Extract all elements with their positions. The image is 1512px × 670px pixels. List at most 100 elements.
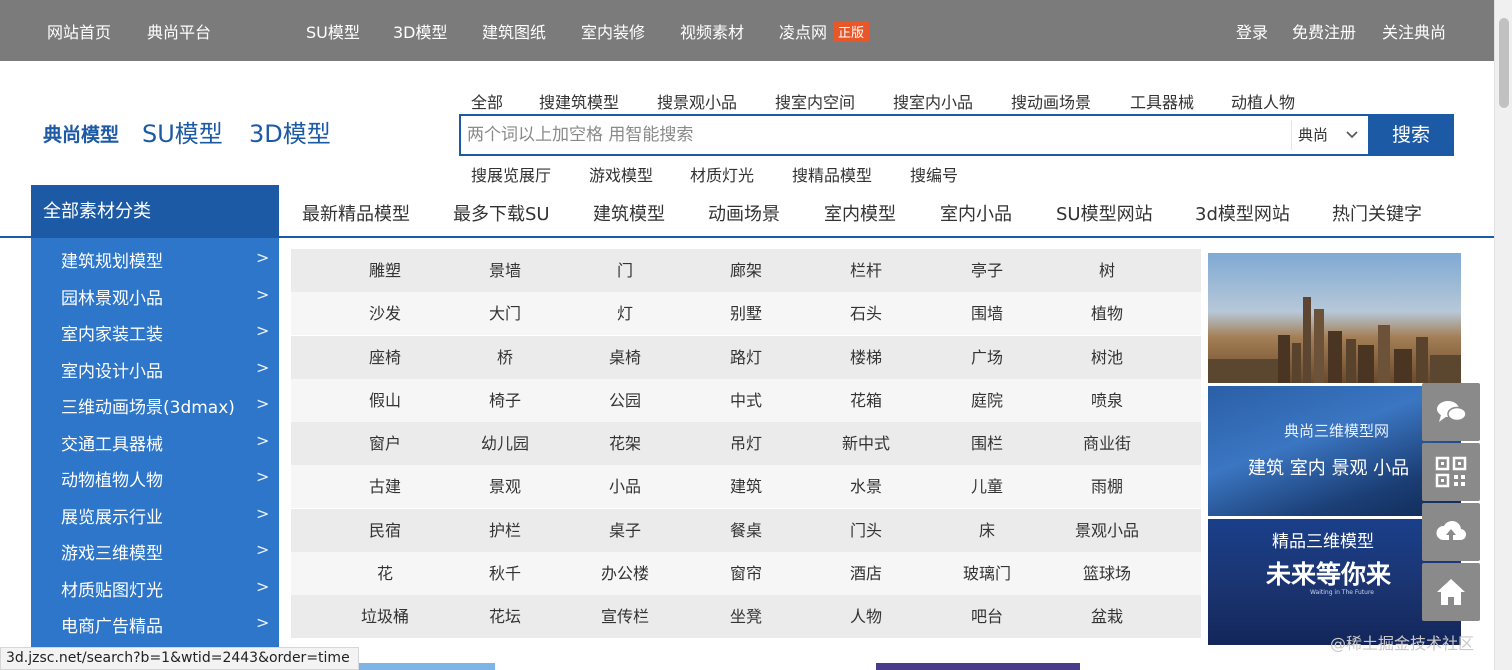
sidebar-item-animals-plants-people[interactable]: 动物植物人物: [61, 466, 163, 491]
nav-link-3d-sites[interactable]: 3d模型网站: [1195, 200, 1290, 226]
topbar-link-video[interactable]: 视频素材: [680, 19, 744, 43]
topbar-link-su-model[interactable]: SU模型: [306, 19, 360, 43]
keyword-link[interactable]: 床: [927, 509, 1047, 552]
sidebar-item-vehicles-tools[interactable]: 交通工具器械: [61, 430, 163, 455]
keyword-link[interactable]: 盆栽: [1047, 595, 1167, 638]
keyword-link[interactable]: 树池: [1047, 336, 1167, 379]
keyword-link[interactable]: 别墅: [686, 292, 806, 335]
keyword-link[interactable]: 办公楼: [565, 552, 685, 595]
nav-link-su-sites[interactable]: SU模型网站: [1056, 200, 1153, 226]
all-categories-button[interactable]: 全部素材分类: [31, 185, 279, 238]
nav-link-architecture[interactable]: 建筑模型: [593, 200, 665, 226]
search-tab-animation[interactable]: 搜动画场景: [1011, 89, 1091, 113]
keyword-link[interactable]: 围栏: [927, 422, 1047, 465]
keyword-link[interactable]: 吧台: [927, 595, 1047, 638]
qrcode-button[interactable]: [1422, 443, 1480, 501]
register-link[interactable]: 免费注册: [1292, 19, 1356, 43]
keyword-link[interactable]: 景观: [445, 465, 565, 508]
keyword-link[interactable]: 座椅: [325, 336, 445, 379]
search-tab-exhibition[interactable]: 搜展览展厅: [471, 162, 551, 186]
keyword-link[interactable]: 花箱: [806, 379, 926, 422]
keyword-link[interactable]: 假山: [325, 379, 445, 422]
topbar-link-platform[interactable]: 典尚平台: [147, 19, 211, 43]
keyword-link[interactable]: 窗帘: [686, 552, 806, 595]
keyword-link[interactable]: 儿童: [927, 465, 1047, 508]
keyword-link[interactable]: 栏杆: [806, 249, 926, 292]
keyword-link[interactable]: 路灯: [686, 336, 806, 379]
sidebar-item-ecommerce[interactable]: 电商广告精品: [61, 612, 163, 637]
sidebar-item-home-interior[interactable]: 室内家装工装: [61, 320, 163, 345]
keyword-link[interactable]: 公园: [565, 379, 685, 422]
sidebar-item-materials-lighting[interactable]: 材质贴图灯光: [61, 576, 163, 601]
keyword-link[interactable]: 坐凳: [686, 595, 806, 638]
nav-link-interior-model[interactable]: 室内模型: [824, 200, 896, 226]
scrollbar-thumb[interactable]: [1499, 18, 1509, 108]
search-tab-material[interactable]: 材质灯光: [690, 162, 754, 186]
keyword-link[interactable]: 篮球场: [1047, 552, 1167, 595]
keyword-link[interactable]: 水景: [806, 465, 926, 508]
keyword-link[interactable]: 民宿: [325, 509, 445, 552]
sidebar-item-interior-design[interactable]: 室内设计小品: [61, 357, 163, 382]
sidebar-item-landscape[interactable]: 园林景观小品: [61, 284, 163, 309]
keyword-link[interactable]: 幼儿园: [445, 422, 565, 465]
keyword-link[interactable]: 花坛: [445, 595, 565, 638]
sidebar-item-3d-animation[interactable]: 三维动画场景(3dmax): [61, 393, 235, 418]
vertical-scrollbar[interactable]: [1494, 0, 1512, 670]
search-button[interactable]: 搜索: [1368, 114, 1454, 156]
keyword-link[interactable]: 护栏: [445, 509, 565, 552]
nav-link-animation[interactable]: 动画场景: [708, 200, 780, 226]
keyword-link[interactable]: 酒店: [806, 552, 926, 595]
topbar-link-architecture-drawings[interactable]: 建筑图纸: [482, 19, 546, 43]
keyword-link[interactable]: 垃圾桶: [325, 595, 445, 638]
keyword-link[interactable]: 廊架: [686, 249, 806, 292]
nav-link-latest[interactable]: 最新精品模型: [302, 200, 410, 226]
search-tab-all[interactable]: 全部: [471, 89, 503, 113]
keyword-link[interactable]: 石头: [806, 292, 926, 335]
keyword-link[interactable]: 商业街: [1047, 422, 1167, 465]
brand-su-model[interactable]: SU模型: [142, 114, 223, 149]
nav-link-interior-items[interactable]: 室内小品: [940, 200, 1012, 226]
keyword-link[interactable]: 庭院: [927, 379, 1047, 422]
nav-link-most-downloaded[interactable]: 最多下载SU: [453, 200, 550, 226]
keyword-link[interactable]: 窗户: [325, 422, 445, 465]
keyword-link[interactable]: 建筑: [686, 465, 806, 508]
follow-link[interactable]: 关注典尚: [1382, 19, 1446, 43]
keyword-link[interactable]: 围墙: [927, 292, 1047, 335]
keyword-link[interactable]: 雨棚: [1047, 465, 1167, 508]
keyword-link[interactable]: 喷泉: [1047, 379, 1167, 422]
keyword-link[interactable]: 秋千: [445, 552, 565, 595]
keyword-link[interactable]: 大门: [445, 292, 565, 335]
keyword-link[interactable]: 树: [1047, 249, 1167, 292]
search-input[interactable]: [461, 116, 1287, 154]
keyword-link[interactable]: 小品: [565, 465, 685, 508]
keyword-link[interactable]: 亭子: [927, 249, 1047, 292]
search-tab-landscape[interactable]: 搜景观小品: [657, 89, 737, 113]
keyword-link[interactable]: 花: [325, 552, 445, 595]
search-tab-interior-items[interactable]: 搜室内小品: [893, 89, 973, 113]
keyword-link[interactable]: 广场: [927, 336, 1047, 379]
search-tab-interior-space[interactable]: 搜室内空间: [775, 89, 855, 113]
keyword-link[interactable]: 门头: [806, 509, 926, 552]
brand-logo-text[interactable]: 典尚模型: [43, 120, 119, 147]
topbar-link-3d-model[interactable]: 3D模型: [393, 19, 448, 43]
nav-link-hot-keywords[interactable]: 热门关键字: [1332, 200, 1422, 226]
search-tab-premium[interactable]: 搜精品模型: [792, 162, 872, 186]
home-button[interactable]: [1422, 563, 1480, 621]
keyword-link[interactable]: 沙发: [325, 292, 445, 335]
keyword-link[interactable]: 桌子: [565, 509, 685, 552]
topbar-link-interior[interactable]: 室内装修: [581, 19, 645, 43]
chat-button[interactable]: [1422, 383, 1480, 441]
keyword-link[interactable]: 餐桌: [686, 509, 806, 552]
city-skyline-banner[interactable]: [1208, 253, 1461, 383]
keyword-link[interactable]: 桌椅: [565, 336, 685, 379]
upload-button[interactable]: [1422, 503, 1480, 561]
keyword-link[interactable]: 楼梯: [806, 336, 926, 379]
search-tab-plants-people[interactable]: 动植人物: [1231, 89, 1295, 113]
keyword-link[interactable]: 灯: [565, 292, 685, 335]
keyword-link[interactable]: 吊灯: [686, 422, 806, 465]
keyword-link[interactable]: 玻璃门: [927, 552, 1047, 595]
sidebar-item-architecture-planning[interactable]: 建筑规划模型: [61, 247, 163, 272]
search-tab-architecture[interactable]: 搜建筑模型: [539, 89, 619, 113]
brand-3d-model[interactable]: 3D模型: [249, 114, 331, 149]
keyword-link[interactable]: 古建: [325, 465, 445, 508]
